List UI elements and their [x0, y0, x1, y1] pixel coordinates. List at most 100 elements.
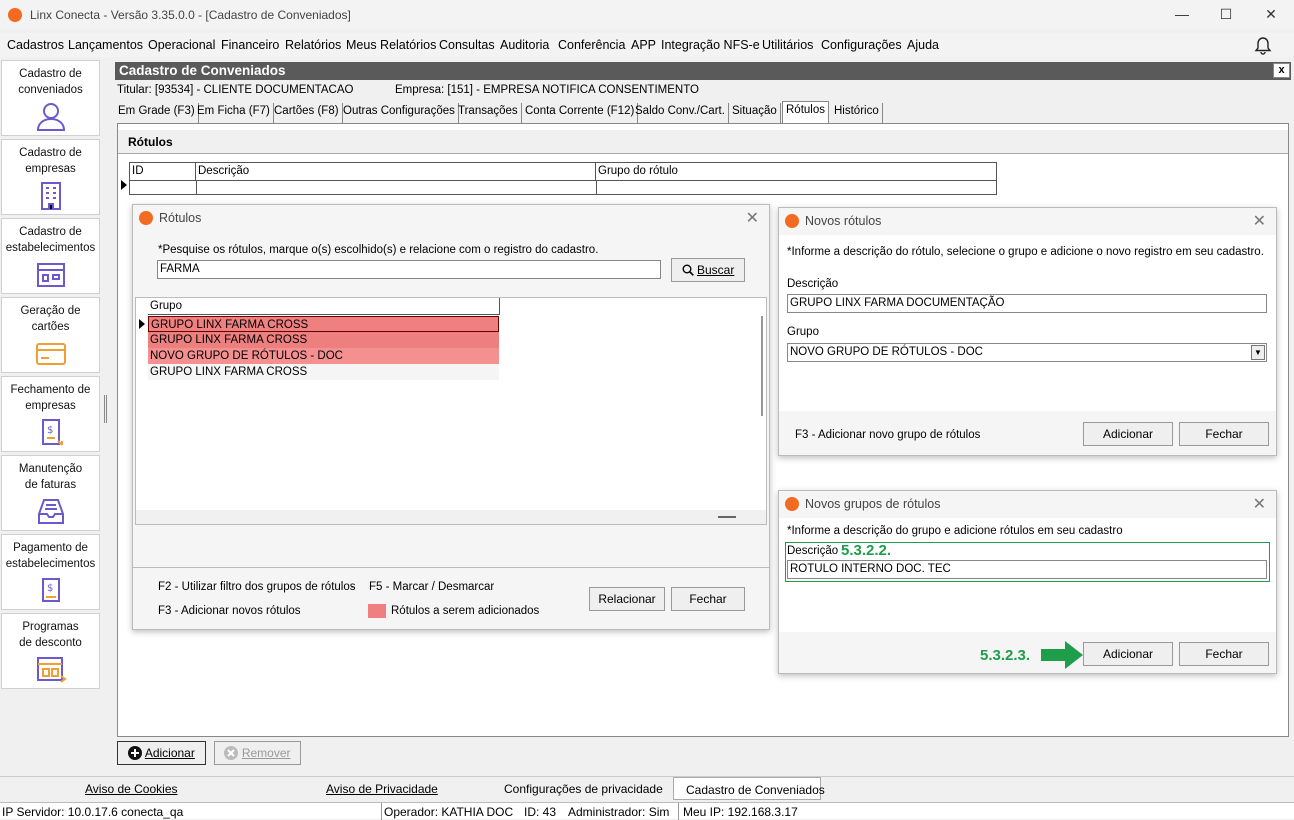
config-privacidade-link[interactable]: Configurações de privacidade: [504, 782, 663, 796]
form-close-button[interactable]: x: [1273, 63, 1290, 78]
list-item[interactable]: GRUPO LINX FARMA CROSS: [148, 332, 499, 348]
menu-utilitarios[interactable]: Utilitários: [762, 38, 813, 52]
menu-ajuda[interactable]: Ajuda: [907, 38, 939, 52]
menu-lancamentos[interactable]: Lançamentos: [68, 38, 143, 52]
dialog-titlebar: Novos rótulos ✕: [779, 208, 1276, 234]
dialog-title: Rótulos: [159, 211, 202, 225]
menu-operacional[interactable]: Operacional: [148, 38, 215, 52]
sidebar-item-desconto[interactable]: Programas de desconto: [1, 613, 100, 689]
rotulos-dialog: Rótulos ✕ *Pesquise os rótulos, marque o…: [132, 204, 770, 630]
horizontal-scrollbar[interactable]: [136, 510, 766, 524]
menu-consultas[interactable]: Consultas: [439, 38, 495, 52]
menu-conferencia[interactable]: Conferência: [558, 38, 625, 52]
tab-situacao[interactable]: Situação: [729, 103, 781, 123]
sidebar-item-estabelecimentos[interactable]: Cadastro de estabelecimentos: [1, 218, 100, 294]
tab-em-grade[interactable]: Em Grade (F3): [115, 103, 199, 123]
close-icon[interactable]: ✕: [746, 208, 759, 228]
tab-cartoes[interactable]: Cartões (F8): [271, 103, 343, 123]
grid-header-id[interactable]: ID: [130, 163, 196, 180]
sidebar-item-fechamento[interactable]: Fechamento de empresas $: [1, 376, 100, 452]
remove-button[interactable]: Remover: [214, 741, 301, 765]
cookies-link[interactable]: Aviso de Cookies: [85, 782, 178, 796]
scroll-thumb[interactable]: [718, 516, 736, 518]
tab-transacoes[interactable]: Transações: [455, 103, 522, 123]
fechar-button[interactable]: Fechar: [671, 587, 745, 611]
tab-rotulos[interactable]: Rótulos: [782, 101, 829, 123]
hint-f2: F2 - Utilizar filtro dos grupos de rótul…: [158, 581, 356, 593]
sidebar-item-label: de faturas: [24, 479, 77, 491]
chevron-down-icon[interactable]: ▼: [1251, 345, 1265, 360]
tray-icon: [37, 499, 64, 524]
table-row[interactable]: [130, 180, 996, 195]
dialog-title: Novos rótulos: [805, 214, 882, 228]
grupo-select[interactable]: NOVO GRUPO DE RÓTULOS - DOC ▼: [787, 343, 1267, 362]
menu-relatorios[interactable]: Relatórios: [285, 38, 341, 52]
grid-header-descricao[interactable]: Descrição: [196, 163, 596, 180]
tab-historico[interactable]: Histórico: [831, 103, 883, 123]
sidebar-item-label: Programas: [22, 621, 79, 633]
splitter-handle[interactable]: [104, 395, 107, 423]
fechar-button[interactable]: Fechar: [1179, 642, 1269, 666]
legend-swatch: [368, 604, 386, 618]
sidebar-item-label: Fechamento de: [10, 384, 91, 396]
search-input[interactable]: FARMA: [157, 260, 661, 279]
descricao-input[interactable]: GRUPO LINX FARMA DOCUMENTAÇÃO: [787, 294, 1267, 313]
grid-header-grupo[interactable]: Grupo do rótulo: [596, 163, 996, 180]
privacidade-link[interactable]: Aviso de Privacidade: [326, 782, 438, 796]
tab-em-ficha[interactable]: Em Ficha (F7): [194, 103, 274, 123]
add-button[interactable]: Adicionar: [117, 741, 206, 765]
descricao-label: Descrição: [787, 278, 839, 290]
adicionar-button[interactable]: Adicionar: [1083, 642, 1173, 666]
tab-saldo[interactable]: Saldo Conv./Cart.: [632, 103, 729, 123]
search-button[interactable]: Buscar: [671, 258, 745, 282]
discount-icon: [36, 657, 67, 683]
search-hint: *Pesquise os rótulos, marque o(s) escolh…: [158, 244, 599, 256]
menu-financeiro[interactable]: Financeiro: [221, 38, 279, 52]
menu-meus-relatorios[interactable]: Meus Relatórios: [346, 38, 436, 52]
grupo-label: Grupo: [787, 326, 819, 338]
tab-outras-config[interactable]: Outras Configurações: [340, 103, 459, 123]
bell-icon[interactable]: [1253, 36, 1273, 56]
app-logo-icon: [139, 211, 153, 225]
maximize-icon[interactable]: ☐: [1214, 4, 1238, 24]
sidebar-item-empresas[interactable]: Cadastro de empresas: [1, 139, 100, 215]
adicionar-button[interactable]: Adicionar: [1083, 422, 1173, 446]
menu-integracao[interactable]: Integração NFS-e: [661, 38, 760, 52]
close-icon[interactable]: ✕: [1253, 494, 1266, 514]
relacionar-button[interactable]: Relacionar: [589, 587, 665, 611]
menu-cadastros[interactable]: Cadastros: [7, 38, 64, 52]
tab-conta-corrente[interactable]: Conta Corrente (F12): [522, 103, 639, 123]
open-form-tab[interactable]: Cadastro de Conveniados: [673, 777, 825, 800]
legend-label: Rótulos a serem adicionados: [391, 605, 540, 617]
dialog-titlebar: Rótulos ✕: [133, 205, 769, 231]
svg-text:$: $: [47, 425, 53, 436]
descricao-input[interactable]: ROTULO INTERNO DOC. TEC: [787, 560, 1267, 579]
list-item[interactable]: NOVO GRUPO DE RÓTULOS - DOC: [148, 348, 499, 364]
hint-f5: F5 - Marcar / Desmarcar: [369, 581, 495, 593]
sidebar-item-label: Cadastro de: [19, 68, 82, 80]
menu-configuracoes[interactable]: Configurações: [821, 38, 902, 52]
sidebar-item-label: empresas: [25, 400, 76, 412]
grid-header-grupo[interactable]: Grupo: [148, 298, 500, 315]
menu-app[interactable]: APP: [631, 38, 656, 52]
sidebar-item-cartoes[interactable]: Geração de cartões: [1, 297, 100, 373]
empresa-info: Empresa: [151] - EMPRESA NOTIFICA CONSEN…: [395, 84, 699, 96]
sidebar-item-conveniados[interactable]: Cadastro de conveniados: [1, 60, 100, 136]
dialog-hint: *Informe a descrição do grupo e adicione…: [787, 525, 1123, 537]
app-logo-icon: [8, 8, 22, 22]
scrollbar[interactable]: [761, 316, 763, 416]
close-icon[interactable]: ✕: [1259, 4, 1283, 24]
sidebar-item-pagamento[interactable]: Pagamento de estabelecimentos $: [1, 534, 100, 610]
form-title: Cadastro de Conveniados: [115, 62, 1291, 80]
fechar-button[interactable]: Fechar: [1179, 422, 1269, 446]
minimize-icon[interactable]: —: [1170, 4, 1194, 24]
list-item[interactable]: GRUPO LINX FARMA CROSS: [148, 364, 499, 380]
list-item[interactable]: GRUPO LINX FARMA CROSS: [148, 316, 499, 332]
sidebar-item-label: estabelecimentos: [5, 242, 96, 254]
sidebar-item-faturas[interactable]: Manutenção de faturas: [1, 455, 100, 531]
payment-icon: $: [41, 578, 60, 602]
close-icon[interactable]: ✕: [1253, 211, 1266, 231]
annotation-step: 5.3.2.2.: [841, 542, 892, 559]
menu-auditoria[interactable]: Auditoria: [500, 38, 549, 52]
descricao-label: Descrição: [787, 545, 839, 557]
